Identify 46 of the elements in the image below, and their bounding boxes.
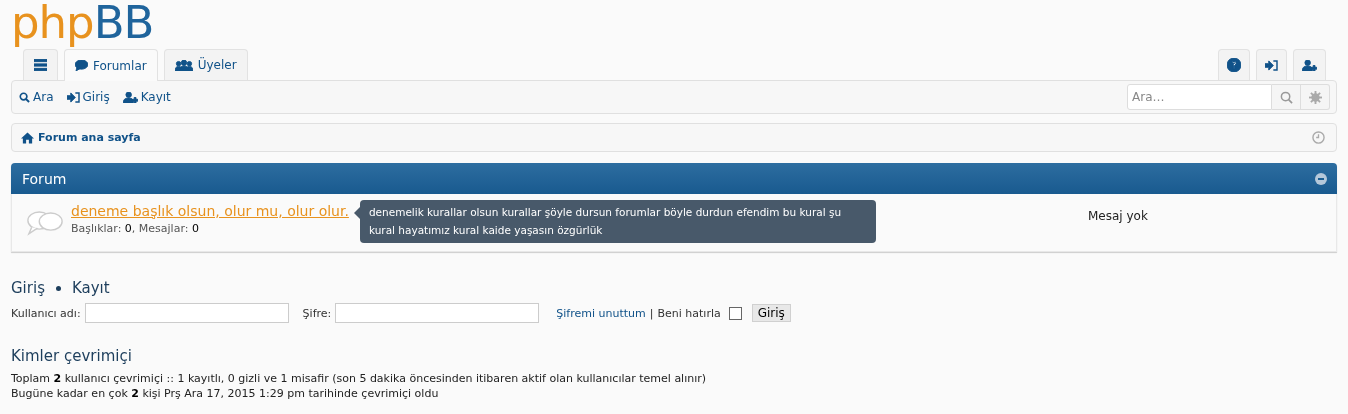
- add-user-icon: [122, 91, 138, 103]
- add-user-icon: [1302, 59, 1317, 71]
- online-stats-text: Bugüne kadar en çok 2 kişi Prş Ara 17, 2015 1:29 pm tarihinde çevrimiçi oldu: [11, 386, 440, 401]
- username-field[interactable]: [84, 303, 289, 323]
- search-field[interactable]: Ara…: [1127, 84, 1272, 110]
- login-heading-link[interactable]: Giriş: [11, 279, 45, 297]
- breadcrumb-link[interactable]: Forum ana sayfa: [21, 131, 141, 144]
- help-icon: [1227, 58, 1241, 72]
- forum-stats: Başlıklar: 0, Mesajlar: 0: [71, 221, 200, 235]
- remember-me-checkbox[interactable]: [728, 306, 742, 320]
- username-label: Kullanıcı adı:: [11, 306, 81, 320]
- nav-link[interactable]: Kayıt: [122, 90, 171, 104]
- search-icon: [1279, 90, 1293, 104]
- sign-in-icon: [66, 91, 80, 103]
- section-heading: Kimler çevrimiçi: [11, 347, 133, 365]
- home-icon: [21, 131, 34, 144]
- site-logo[interactable]: phpBB: [11, 0, 154, 48]
- sign-in-icon: [1265, 59, 1278, 71]
- login-button[interactable]: Giriş: [751, 304, 791, 322]
- tooltip: denemelik kurallar olsun kurallar şöyle dursun forumlar böyle durdun efendim bu kural şu kural hayatımız kural kaide yaşasın özgürlük: [359, 200, 876, 243]
- online-stats-text: Toplam 2 kullanıcı çevrimiçi :: 1 kayıtlı, 0 gizli ve 1 misafir (son 5 dakika öncesinden itibaren aktif olan kullanıcılar temel alınır): [11, 371, 708, 386]
- users-icon: [174, 59, 193, 71]
- remember-me-label: Beni hatırla: [657, 306, 721, 320]
- nav-link[interactable]: Ara: [19, 90, 54, 104]
- speech-bubble-icon: [75, 60, 88, 71]
- password-label: Şifre:: [302, 306, 332, 320]
- bullet-separator: [55, 285, 61, 291]
- quick-link-tab[interactable]: [1256, 49, 1287, 80]
- forgot-password-link[interactable]: Şifremi unuttum: [556, 306, 646, 320]
- quick-link-tab[interactable]: [1218, 49, 1250, 80]
- quick-link-tab[interactable]: [1293, 49, 1326, 80]
- collapse-icon[interactable]: [1315, 172, 1327, 185]
- settings-icon: [1308, 90, 1322, 104]
- nav-link[interactable]: Giriş: [66, 90, 110, 104]
- separator: |: [649, 306, 654, 320]
- last-post-text: Mesaj yok: [1088, 209, 1148, 223]
- speech-bubbles-icon: [26, 209, 64, 236]
- menu-icon: [34, 59, 47, 71]
- password-field[interactable]: [335, 303, 540, 323]
- search-icon: [19, 91, 30, 103]
- menu-button[interactable]: [23, 49, 58, 80]
- forum-category-title[interactable]: Forum: [22, 170, 67, 187]
- nav-tab[interactable]: Üyeler: [163, 49, 248, 80]
- nav-tab[interactable]: Forumlar: [64, 49, 158, 81]
- clock-icon: [1312, 131, 1325, 144]
- register-heading-link[interactable]: Kayıt: [71, 279, 110, 297]
